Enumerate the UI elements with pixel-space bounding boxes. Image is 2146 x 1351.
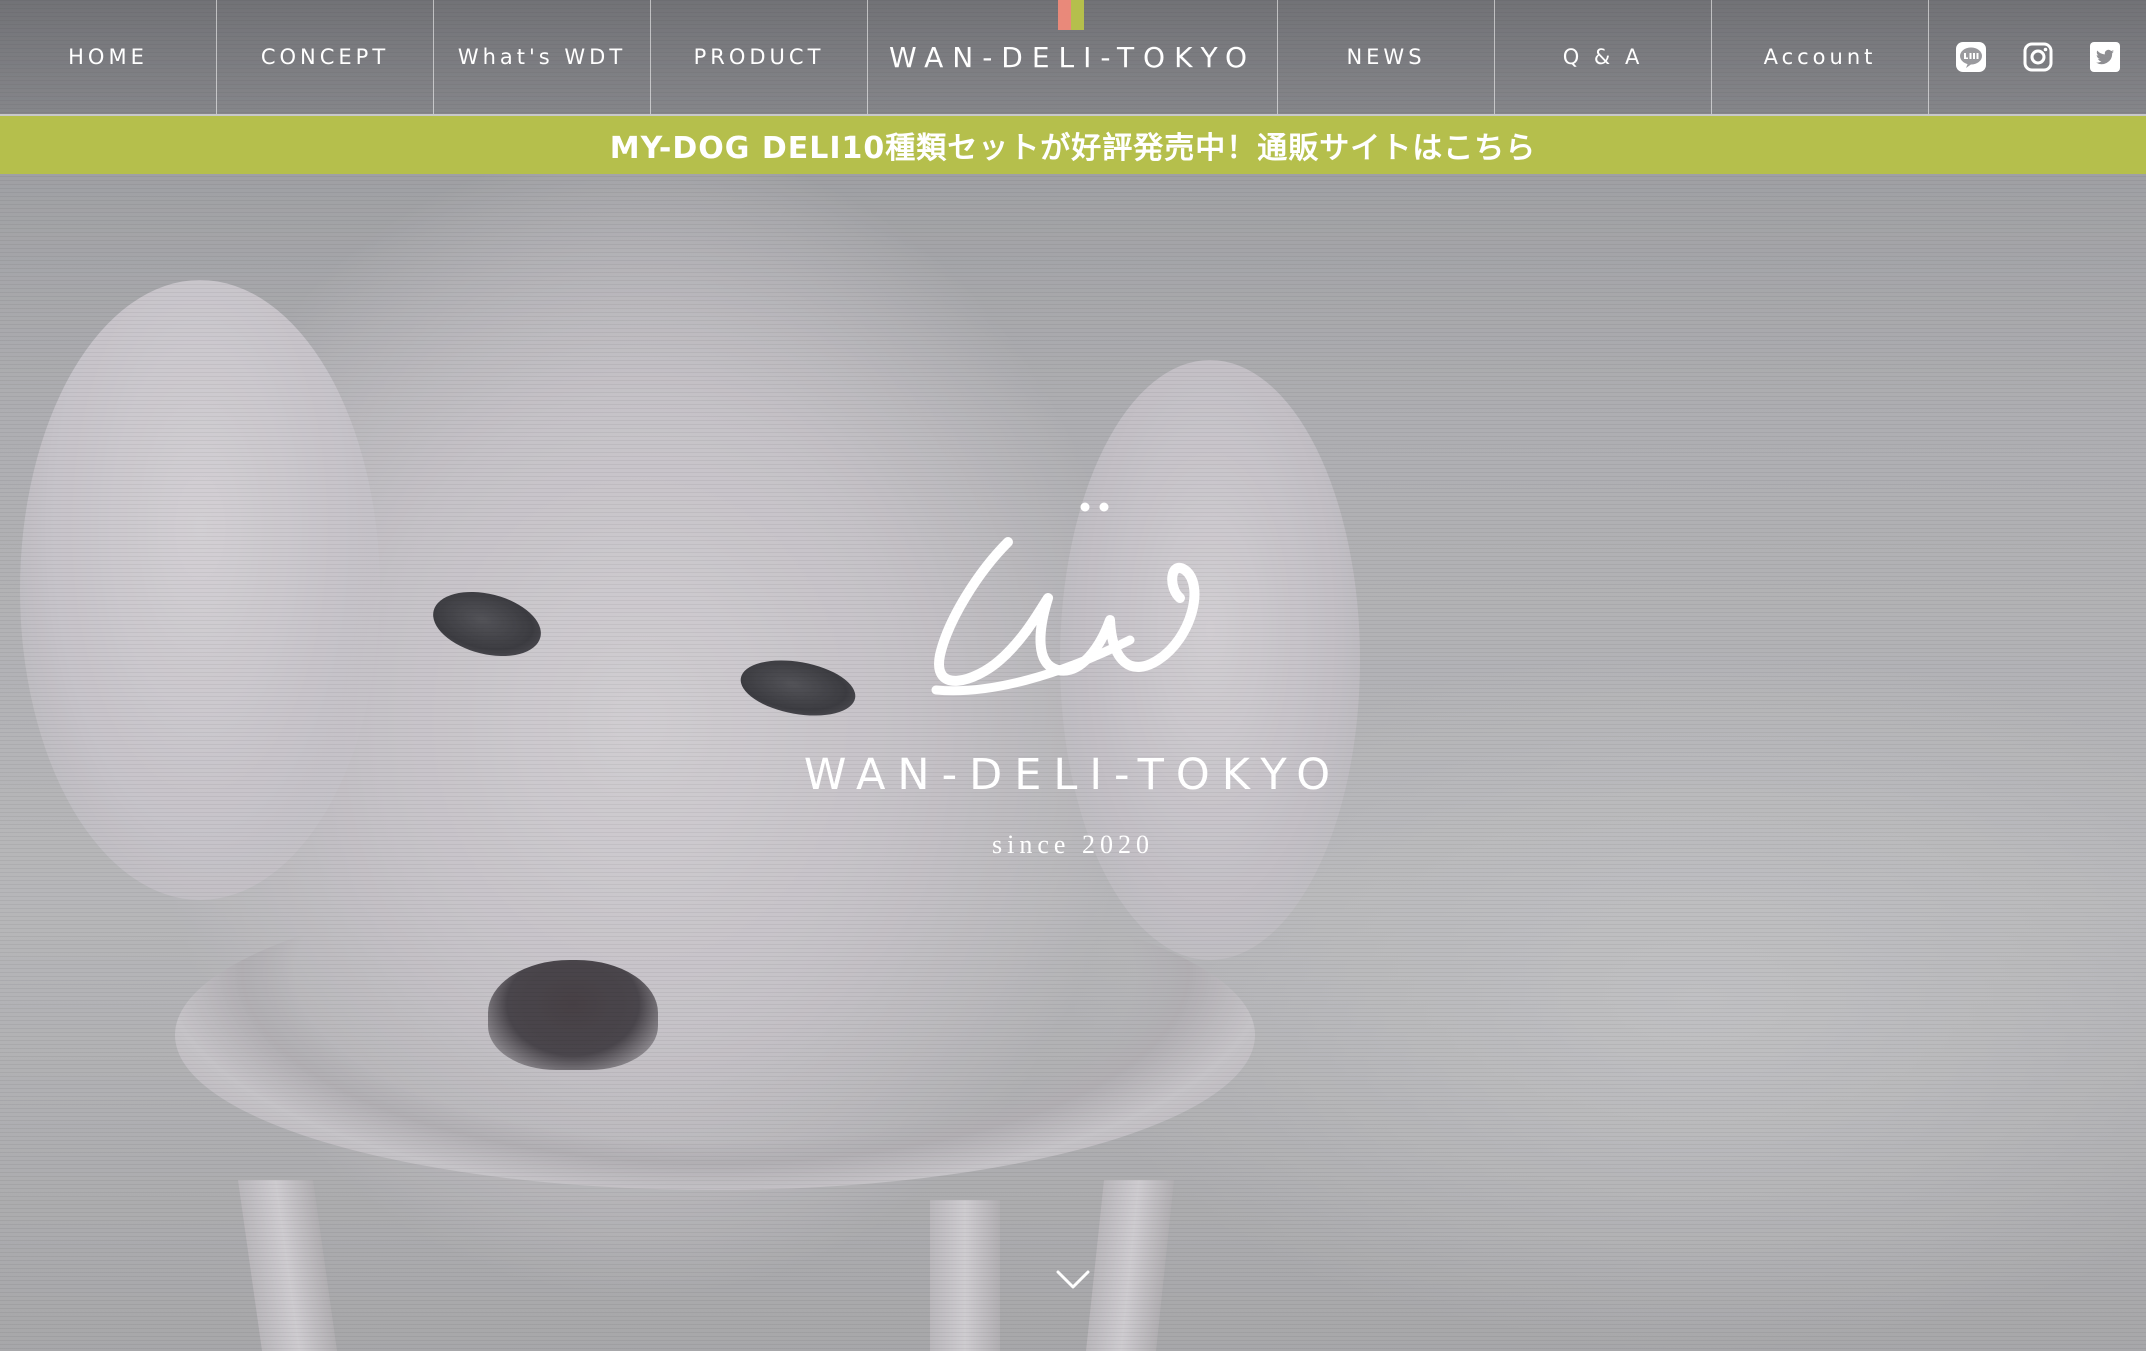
nav-logo[interactable]: WAN-DELI-TOKYO [868,0,1278,114]
nav-whats-wdt[interactable]: What's WDT [434,0,651,114]
top-navigation: HOME CONCEPT What's WDT PRODUCT WAN-DELI… [0,0,2146,116]
nav-home[interactable]: HOME [0,0,217,114]
brand-name: WAN-DELI-TOKYO [803,750,1343,800]
brand-since: since 2020 [992,830,1154,859]
logo-color-chip-coral [1058,0,1071,30]
promo-banner-text: MY-DOG DELI10種類セットが好評発売中！通販サイトはこちら [609,131,1537,166]
logo-text: WAN-DELI-TOKYO [888,40,1257,74]
logo-color-chip-green [1071,0,1084,30]
chevron-down-icon[interactable] [1055,1268,1091,1292]
brand-logo-dot [1080,502,1090,512]
instagram-icon[interactable] [2020,39,2056,75]
nav-news[interactable]: NEWS [1278,0,1495,114]
brand-logo-dot [1099,502,1109,512]
promo-banner[interactable]: MY-DOG DELI10種類セットが好評発売中！通販サイトはこちら [0,116,2146,174]
twitter-icon[interactable] [2087,39,2123,75]
nav-account[interactable]: Account [1712,0,1929,114]
brand-logo-mark [931,502,1200,696]
nav-concept[interactable]: CONCEPT [217,0,434,114]
line-icon[interactable] [1953,39,1989,75]
social-links [1929,0,2146,114]
nav-product[interactable]: PRODUCT [651,0,868,114]
nav-qa[interactable]: Q & A [1495,0,1712,114]
logo-color-chip [1058,0,1084,30]
